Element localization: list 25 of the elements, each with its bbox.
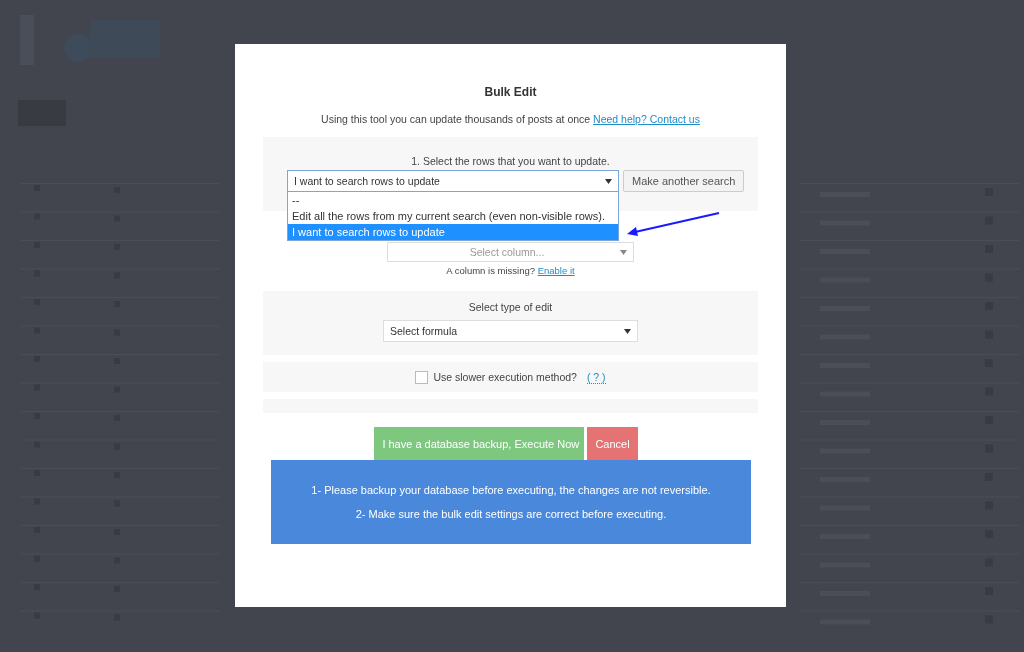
formula-select[interactable]: Select formula <box>383 320 638 342</box>
execute-button[interactable]: I have a database backup, Execute Now <box>374 427 585 460</box>
missing-column-note: A column is missing? Enable it <box>446 265 575 276</box>
notice-text: 2- Make sure the bulk edit settings are correct before executing. <box>354 508 668 520</box>
make-another-search-button[interactable]: Make another search <box>623 170 745 192</box>
dropdown-option[interactable]: -- <box>288 192 618 208</box>
dialog-title: Bulk Edit <box>483 85 538 101</box>
dropdown-option[interactable]: Edit all the rows from my current search (even non-visible rows). <box>288 208 618 224</box>
notice-text: 1- Please backup your database before executing, the changes are not reversible. <box>310 484 712 496</box>
help-link[interactable]: ( ? ) <box>586 370 606 384</box>
caret-icon <box>624 328 631 334</box>
edit-type-label: Select type of edit <box>468 301 553 314</box>
cancel-button[interactable]: Cancel <box>587 427 638 460</box>
caret-icon <box>605 178 612 184</box>
slow-method-checkbox[interactable] <box>415 370 429 384</box>
rows-label: 1. Select the rows that you want to update. <box>410 155 611 168</box>
help-link[interactable]: Need help? Contact us <box>593 113 700 125</box>
arrow-icon <box>625 209 721 237</box>
column-select[interactable]: Select column... <box>387 242 634 262</box>
rows-select[interactable]: I want to search rows to update <box>287 170 619 192</box>
enable-link[interactable]: Enable it <box>537 265 575 276</box>
slow-method-label: Use slower execution method? <box>433 371 577 383</box>
intro-text: Using this tool you can update thousands of posts at once Need help? Contact us <box>320 113 701 127</box>
caret-icon <box>620 249 627 255</box>
dropdown-option[interactable]: I want to search rows to update <box>288 224 618 240</box>
